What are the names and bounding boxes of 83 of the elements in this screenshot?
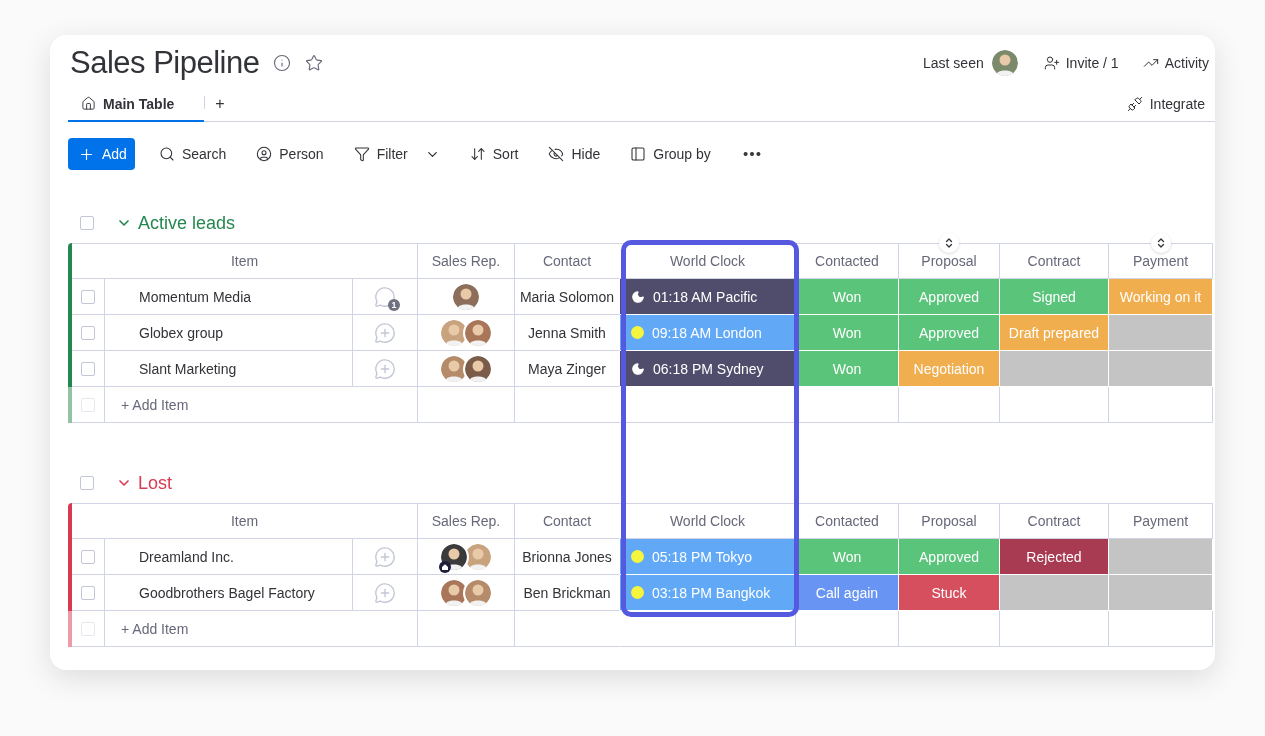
sort-icon: [469, 146, 486, 162]
person-plus-icon: [1043, 55, 1060, 71]
column-header: Contacted: [815, 513, 879, 529]
invite-button[interactable]: Invite / 1: [1043, 55, 1119, 71]
column-header: Contact: [542, 253, 592, 269]
status-cell[interactable]: Stuck: [899, 575, 1000, 611]
eye-off-icon: [548, 146, 565, 162]
sort-handle[interactable]: [1150, 233, 1171, 253]
column-header: Proposal: [921, 513, 977, 529]
checkbox[interactable]: [81, 361, 95, 376]
add-button[interactable]: Add: [68, 138, 135, 170]
panel-icon: [630, 146, 647, 162]
status-cell[interactable]: Rejected: [1000, 539, 1109, 575]
add-comment-icon[interactable]: [374, 321, 396, 344]
checkbox[interactable]: [80, 476, 94, 490]
toolbar-button[interactable]: Filter: [343, 138, 450, 170]
column-header: Contacted: [815, 253, 879, 269]
add-comment-icon[interactable]: [374, 357, 396, 380]
activity-button[interactable]: Activity: [1142, 55, 1209, 71]
home-icon: [81, 96, 96, 111]
toolbar-button[interactable]: Search: [148, 138, 237, 170]
info-icon[interactable]: [273, 54, 292, 72]
column-header: Proposal: [921, 253, 977, 269]
checkbox[interactable]: [81, 549, 95, 564]
sun-icon: [631, 326, 644, 339]
column-header: Payment: [1132, 513, 1189, 529]
checkbox[interactable]: [81, 325, 95, 340]
status-cell[interactable]: [1109, 539, 1213, 575]
checkbox[interactable]: [81, 289, 95, 304]
toolbar-button[interactable]: Sort: [459, 138, 529, 170]
group-title: Active leads: [138, 212, 236, 234]
status-cell[interactable]: [1109, 351, 1213, 387]
group-title: Lost: [138, 472, 173, 494]
add-comment-icon[interactable]: [374, 581, 396, 604]
add-item-link[interactable]: + Add Item: [121, 620, 189, 637]
sun-icon: [631, 586, 644, 599]
checkbox[interactable]: [81, 585, 95, 600]
moon-icon: [631, 361, 645, 376]
column-header: Contract: [1027, 253, 1081, 269]
home-badge-icon: [439, 560, 451, 573]
sort-handle[interactable]: [939, 233, 959, 253]
item-name[interactable]: Globex group: [105, 315, 353, 351]
integrate-button[interactable]: Integrate: [1120, 87, 1215, 121]
clock-time: 05:18 PM Tokyo: [652, 548, 753, 565]
last-seen-button[interactable]: Last seen: [923, 48, 1020, 78]
column-header: World Clock: [669, 253, 746, 269]
toolbar-button[interactable]: Group by: [620, 138, 721, 170]
sun-icon: [631, 550, 644, 563]
column-header: Item: [230, 253, 259, 269]
item-name[interactable]: Slant Marketing: [105, 351, 353, 387]
comment-count-badge: 1: [388, 298, 400, 311]
clock-time: 09:18 AM London: [652, 324, 762, 341]
column-header: Sales Rep.: [431, 513, 501, 529]
add-item-link[interactable]: + Add Item: [121, 396, 189, 413]
column-header: Payment: [1132, 253, 1189, 269]
clock-time: 01:18 AM Pacific: [653, 288, 758, 305]
add-comment-icon[interactable]: [374, 545, 396, 568]
toolbar-button[interactable]: Person: [246, 138, 334, 170]
clock-time: 06:18 PM Sydney: [653, 360, 764, 377]
status-cell[interactable]: [1109, 315, 1213, 351]
status-cell[interactable]: [1109, 575, 1213, 611]
add-tab-button[interactable]: +: [205, 87, 235, 121]
column-header: Contact: [542, 513, 592, 529]
star-icon[interactable]: [305, 54, 324, 72]
tab[interactable]: Main Table: [68, 87, 205, 122]
status-cell[interactable]: [1000, 575, 1109, 611]
item-name[interactable]: Goodbrothers Bagel Factory: [105, 575, 353, 611]
person-icon: [256, 146, 273, 162]
toolbar-button[interactable]: Hide: [538, 138, 611, 170]
search-icon: [158, 146, 175, 162]
column-header: World Clock: [669, 513, 746, 529]
moon-icon: [631, 289, 645, 304]
filter-icon: [353, 146, 370, 162]
item-name[interactable]: Dreamland Inc.: [105, 539, 353, 575]
plug-icon: [1126, 96, 1143, 112]
item-name[interactable]: Momentum Media: [105, 279, 353, 315]
checkbox[interactable]: [80, 216, 94, 230]
clock-time: 03:18 PM Bangkok: [652, 584, 771, 601]
column-header: Sales Rep.: [431, 253, 501, 269]
column-header: Item: [230, 513, 259, 529]
status-cell[interactable]: [1000, 351, 1109, 387]
column-header: Contract: [1027, 513, 1081, 529]
board-title: Sales Pipeline: [70, 45, 260, 81]
